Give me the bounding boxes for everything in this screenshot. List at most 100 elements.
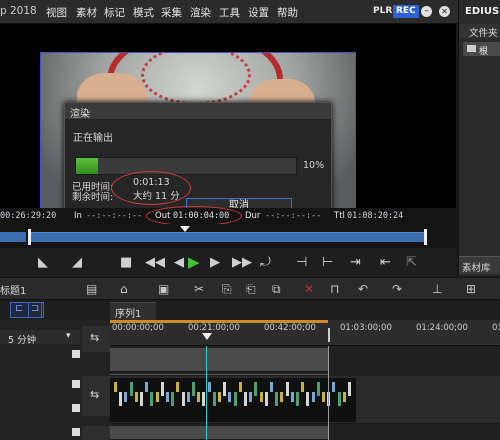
menu-render[interactable]: 渲染 [190, 5, 211, 20]
open-project-icon[interactable]: ⌂ [120, 282, 128, 296]
set-out-icon[interactable]: ◢ [72, 255, 82, 270]
step-back-icon[interactable]: ◀ [174, 255, 184, 270]
out-point-marker [328, 328, 330, 342]
clip-segment [285, 382, 289, 396]
new-sequence-icon[interactable]: ▤ [86, 282, 97, 296]
track-row-3[interactable] [110, 426, 328, 440]
clip-segment [316, 382, 320, 396]
video-clip-strip[interactable] [110, 378, 356, 422]
menu-view[interactable]: 视图 [46, 5, 67, 20]
in-timecode[interactable]: --:--:--:-- [86, 211, 142, 221]
marker-icon[interactable]: ⊥ [432, 282, 442, 296]
ripple-icon[interactable]: ⧉ [272, 282, 281, 297]
undo-icon[interactable]: ↶ [358, 282, 368, 296]
track-swap-button-2[interactable]: ⇆ [82, 376, 110, 416]
render-range-bar [110, 320, 328, 323]
menu-help[interactable]: 帮助 [277, 5, 298, 20]
menu-mode[interactable]: 模式 [133, 5, 154, 20]
transport-controls: ◣ ◢ ■ ◀◀ ◀ ▶ ▶ ▶▶ ⤾ ⊣ ⊢ ⇥ ⇤ ⇱ [0, 248, 456, 278]
clip-segment [259, 392, 263, 402]
tab-library[interactable]: 素材库 [459, 256, 500, 274]
menu-clip[interactable]: 素材 [76, 5, 97, 20]
track-row-2[interactable] [110, 376, 500, 424]
track-toggle-4[interactable] [72, 428, 80, 436]
track-swap-button-3[interactable] [82, 426, 110, 440]
dialog-titlebar: 渲染 [65, 103, 331, 120]
sync-mode-button[interactable]: ⊐ [28, 302, 44, 318]
clip-segment [114, 382, 117, 392]
delete-icon[interactable]: ✕ [304, 282, 314, 296]
rewind-icon[interactable]: ◀◀ [145, 255, 165, 270]
folder-item-label: 根 [479, 47, 489, 57]
ruler-label-4: 01:24:00;00 [416, 323, 468, 333]
next-edit-icon[interactable]: ⊢ [322, 255, 333, 270]
render-progress-fill [76, 158, 98, 174]
swap-icon: ⇆ [90, 331, 100, 344]
stop-icon[interactable]: ■ [120, 255, 132, 270]
playhead-handle[interactable] [202, 333, 212, 340]
asset-panel: EDIUS 文件夹 根 素材库 [458, 0, 500, 276]
clip-segment [264, 392, 268, 406]
folder-header-label: 文件夹 [469, 28, 498, 39]
progress-percent: 10% [303, 160, 325, 171]
track-toggle-3[interactable] [72, 404, 80, 412]
timeline-ruler[interactable]: 00:00:00;00 00:21:00;00 00:42:00;00 01:0… [110, 320, 500, 346]
clip-segment [223, 382, 227, 396]
playhead-marker[interactable] [180, 226, 190, 232]
dur-timecode[interactable]: --:--:--:-- [265, 211, 321, 221]
paste-icon[interactable]: ⎗ [246, 282, 256, 297]
sequence-tabs: ⊏ ⊐ 序列1 [0, 300, 500, 320]
menu-marker[interactable]: 标记 [104, 5, 125, 20]
clip-segment [322, 392, 325, 402]
fast-forward-icon[interactable]: ▶▶ [232, 255, 252, 270]
step-forward-icon[interactable]: ▶ [210, 255, 220, 270]
clip-segment [218, 392, 221, 402]
playhead-line [206, 346, 207, 440]
player-preview: 渲染 正在输出 10% 已用时间: 剩余时间: 0:01:13 大约 11 分 … [0, 24, 456, 227]
snap-icon[interactable]: ⊓ [330, 282, 339, 296]
track-toggle-1[interactable] [72, 350, 80, 358]
redo-icon[interactable]: ↷ [392, 282, 402, 296]
cut-icon[interactable]: ✂ [194, 282, 204, 296]
menu-bar: p 2018 视图 素材 标记 模式 采集 渲染 工具 设置 帮助 PLR RE… [0, 0, 460, 24]
copy-icon[interactable]: ⎘ [222, 282, 232, 297]
loop-icon[interactable]: ⤾ [260, 255, 271, 270]
scrub-track[interactable] [30, 232, 424, 242]
plr-toggle[interactable]: PLR [370, 5, 395, 18]
out-marker[interactable] [424, 229, 427, 245]
in-marker[interactable] [28, 229, 31, 245]
folder-item-root[interactable]: 根 [463, 42, 500, 57]
current-timecode: 00:26:29:20 [0, 211, 57, 221]
zoom-selector[interactable]: 5 分钟 ▾ [0, 330, 80, 346]
save-icon[interactable]: ▣ [158, 282, 169, 296]
clip-segment [186, 392, 190, 402]
set-in-icon[interactable]: ◣ [38, 255, 48, 270]
timeline-window-title: 标题1 [0, 286, 27, 297]
render-status: 正在输出 [73, 133, 113, 144]
clip-segment [233, 392, 237, 406]
play-icon[interactable]: ▶ [188, 253, 200, 271]
close-icon[interactable]: ✕ [439, 6, 450, 17]
overwrite-icon[interactable]: ⇤ [380, 255, 391, 270]
track-toggle-2[interactable] [72, 380, 80, 388]
minimize-icon[interactable]: – [421, 6, 432, 17]
prev-edit-icon[interactable]: ⊣ [296, 255, 307, 270]
track-row-1[interactable] [110, 348, 328, 372]
position-slider[interactable] [0, 224, 456, 248]
track-swap-button-1[interactable]: ⇆ [82, 326, 110, 352]
tab-sequence-1[interactable]: 序列1 [110, 302, 156, 320]
menu-tools[interactable]: 工具 [219, 5, 240, 20]
insert-icon[interactable]: ⇥ [350, 255, 361, 270]
menu-settings[interactable]: 设置 [248, 5, 269, 20]
ttl-label: Ttl [334, 211, 345, 221]
folder-header: 文件夹 [459, 24, 500, 39]
export-icon[interactable]: ⇱ [406, 255, 417, 270]
track-headers: 5 分钟 ▾ ⇆ ⇆ [0, 320, 110, 440]
menu-capture[interactable]: 采集 [161, 5, 182, 20]
clip-segment [290, 392, 294, 402]
app-title-fragment: p 2018 [0, 5, 37, 17]
clip-segment [176, 382, 180, 392]
rec-toggle[interactable]: REC [393, 5, 419, 18]
clip-segment [275, 392, 279, 406]
render-icon[interactable]: ⊞ [466, 282, 476, 296]
